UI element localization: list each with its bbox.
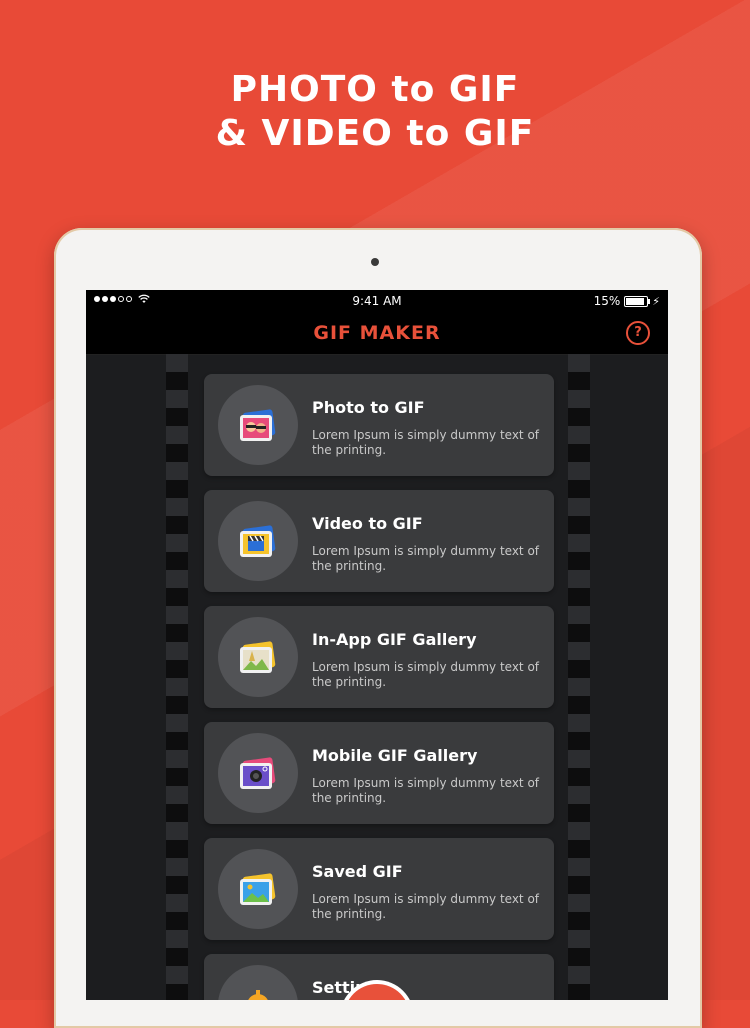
gear-icon — [218, 965, 298, 1000]
menu-item-mobile-gallery[interactable]: Mobile GIF Gallery Lorem Ipsum is simply… — [204, 722, 554, 824]
menu-item-title: Saved GIF — [312, 862, 403, 881]
filmstrip-left — [166, 354, 188, 1000]
headline-line-2: & VIDEO to GIF — [215, 113, 535, 154]
menu-item-title: Video to GIF — [312, 514, 423, 533]
battery-group: 15% ⚡ — [594, 294, 660, 308]
headline: PHOTO to GIF & VIDEO to GIF — [0, 68, 750, 156]
clapperboard-icon — [218, 501, 298, 581]
battery-percent: 15% — [593, 294, 621, 308]
headline-line-1: PHOTO to GIF — [230, 69, 520, 110]
filmstrip-right — [568, 354, 590, 1000]
menu-item-description: Lorem Ipsum is simply dummy text of the … — [312, 660, 540, 689]
menu-item-photo-to-gif[interactable]: Photo to GIF Lorem Ipsum is simply dummy… — [204, 374, 554, 476]
status-time: 9:41 AM — [352, 294, 402, 308]
menu-item-description: Lorem Ipsum is simply dummy text of the … — [312, 428, 540, 457]
menu-item-description: Lorem Ipsum is simply dummy text of the … — [312, 892, 540, 921]
saved-image-icon — [218, 849, 298, 929]
menu-item-title: In-App GIF Gallery — [312, 630, 477, 649]
help-button[interactable]: ? — [626, 321, 650, 345]
charging-bolt-icon: ⚡ — [652, 294, 660, 308]
menu-item-in-app-gallery[interactable]: In-App GIF Gallery Lorem Ipsum is simply… — [204, 606, 554, 708]
menu-item-title: Photo to GIF — [312, 398, 425, 417]
status-bar: 9:41 AM 15% ⚡ — [86, 290, 668, 312]
battery-icon — [624, 295, 651, 307]
menu-item-description: Lorem Ipsum is simply dummy text of the … — [312, 776, 540, 805]
menu-item-saved-gif[interactable]: Saved GIF Lorem Ipsum is simply dummy te… — [204, 838, 554, 940]
app-screen: 9:41 AM 15% ⚡ GIF MAKER ? Photo to GIF L… — [86, 290, 668, 1000]
app-title: GIF MAKER — [313, 322, 441, 344]
photo-collage-icon — [218, 385, 298, 465]
landscape-gallery-icon — [218, 617, 298, 697]
menu-item-video-to-gif[interactable]: Video to GIF Lorem Ipsum is simply dummy… — [204, 490, 554, 592]
menu-item-description: Lorem Ipsum is simply dummy text of the … — [312, 544, 540, 573]
nav-bar: GIF MAKER ? — [86, 312, 668, 355]
menu-item-title: Mobile GIF Gallery — [312, 746, 478, 765]
tablet-camera — [371, 258, 379, 266]
camera-gallery-icon — [218, 733, 298, 813]
